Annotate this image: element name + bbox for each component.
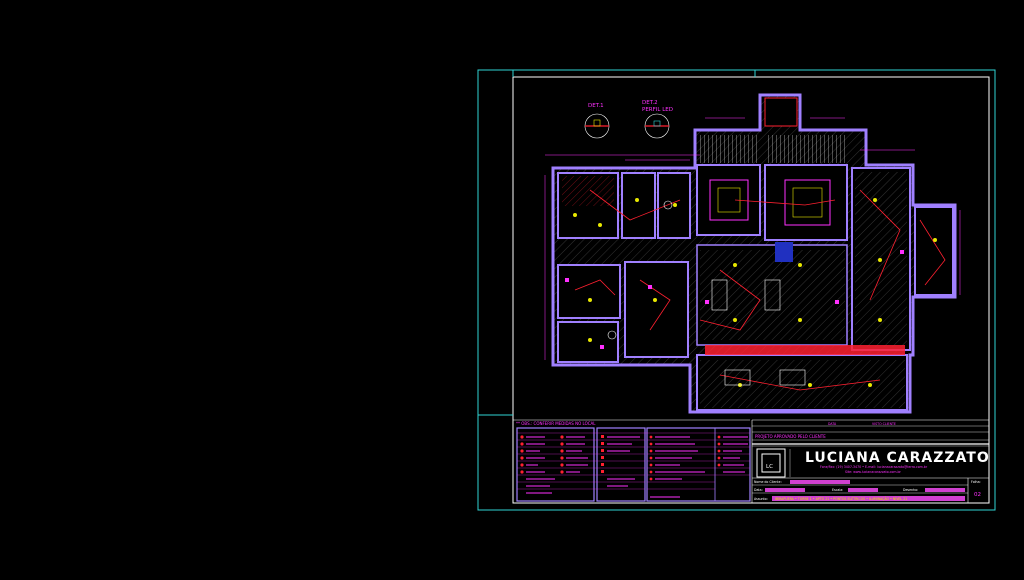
approval-text: PROJETO APROVADO PELO CLIENTE (755, 434, 826, 439)
detail-1-label: DET.1 (588, 103, 604, 109)
sheet-label: Folha: (971, 480, 981, 484)
date-header: DATA (828, 422, 837, 426)
floor-plan[interactable] (544, 93, 961, 414)
client-visa-header: VISTO CLIENTE (872, 422, 896, 426)
contact-line: Fone/Fax: (19) 3407-3470 • E-mail: lucia… (820, 465, 928, 469)
cad-drawing-canvas[interactable]: DET.1 DET.2 PERFIL LED ** OBS.: CONFERIR… (0, 0, 1024, 576)
client-name-label: Nome do Cliente: (754, 480, 782, 484)
cad-viewport[interactable]: DET.1 DET.2 PERFIL LED ** OBS.: CONFERIR… (0, 0, 1024, 576)
subject-value: IBIRAPUERA • TORRE 1 • APTO 21 • PONTOS … (775, 496, 907, 501)
detail-2-label: DET.2 (642, 100, 658, 106)
site-line: Site: www.lucianacarazzato.com.br (845, 470, 901, 474)
brand-logo-mark: LC (766, 464, 773, 470)
subject-label: Assunto: (754, 497, 768, 501)
title-block: DATA VISTO CLIENTE PROJETO APROVADO PELO… (751, 419, 990, 503)
detail-callouts: DET.1 DET.2 PERFIL LED (584, 100, 673, 139)
drawn-label: Desenho: (903, 488, 918, 492)
detail-2-sublabel: PERFIL LED (642, 107, 673, 113)
brand-name: LUCIANA CARAZZATO (805, 450, 990, 466)
date-label: Data: (754, 488, 763, 492)
obs-note: ** OBS.: CONFERIR MEDIDAS NO LOCAL (516, 421, 596, 426)
scale-label: Escala: (832, 488, 843, 492)
sheet-number: 02 (974, 492, 981, 498)
legend-area: ** OBS.: CONFERIR MEDIDAS NO LOCAL (513, 419, 751, 502)
